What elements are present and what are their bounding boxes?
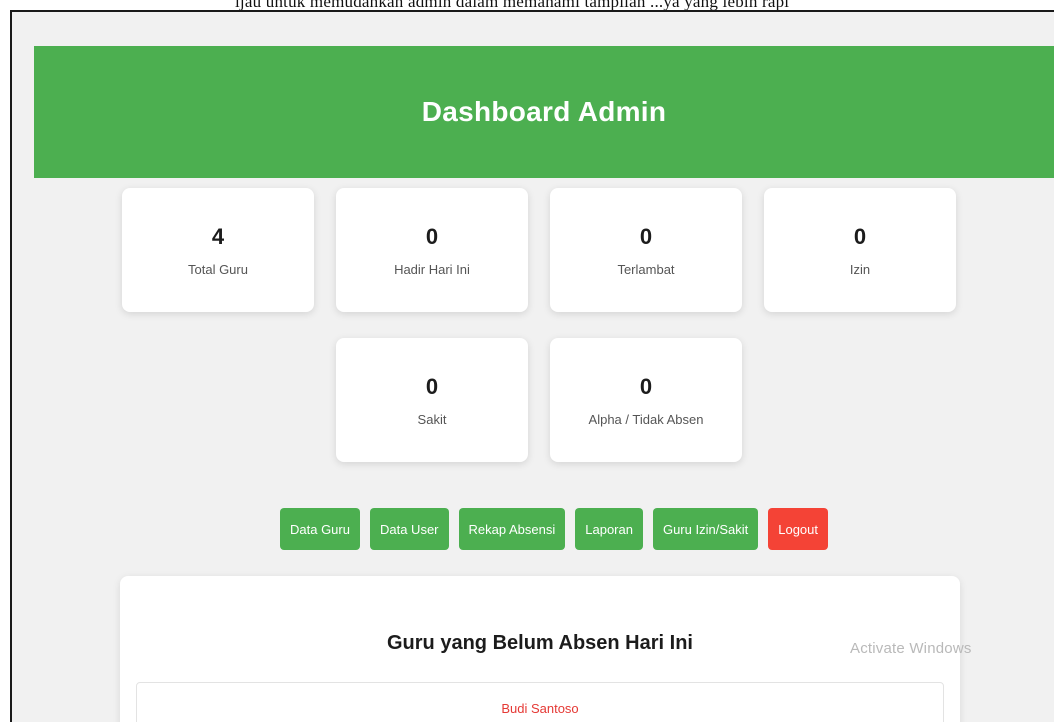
dashboard-header: Dashboard Admin — [34, 46, 1054, 178]
absent-teachers-panel: Guru yang Belum Absen Hari Ini Budi Sant… — [120, 576, 960, 722]
stat-card-terlambat: 0 Terlambat — [550, 188, 742, 312]
laporan-button[interactable]: Laporan — [575, 508, 643, 550]
data-user-button[interactable]: Data User — [369, 508, 449, 550]
stat-value: 0 — [853, 223, 867, 249]
stat-card-izin: 0 Izin — [764, 188, 956, 312]
page-title: Dashboard Admin — [421, 96, 667, 127]
guru-izin-sakit-button[interactable]: Guru Izin/Sakit — [652, 508, 759, 550]
caption-text: ijau untuk memudahkan admin dalam memaha… — [235, 0, 790, 11]
stat-label: Alpha / Tidak Absen — [588, 411, 704, 427]
stat-label: Sakit — [417, 411, 447, 427]
rekap-absensi-button[interactable]: Rekap Absensi — [458, 508, 566, 550]
data-guru-button[interactable]: Data Guru — [280, 508, 360, 550]
stat-card-total-guru: 4 Total Guru — [122, 188, 314, 312]
panel-title: Guru yang Belum Absen Hari Ini — [387, 632, 693, 654]
stat-label: Total Guru — [188, 261, 248, 277]
stat-value: 0 — [639, 373, 653, 399]
stat-value: 0 — [639, 223, 653, 249]
stat-label: Terlambat — [617, 261, 675, 277]
stat-value: 4 — [211, 223, 225, 249]
activate-windows-watermark: Activate Windows — [850, 640, 972, 657]
stat-card-hadir: 0 Hadir Hari Ini — [336, 188, 528, 312]
stat-card-sakit: 0 Sakit — [336, 338, 528, 462]
list-item: Budi Santoso — [136, 682, 944, 722]
stat-value: 0 — [425, 373, 439, 399]
stat-label: Izin — [849, 261, 871, 277]
stat-label: Hadir Hari Ini — [394, 261, 470, 277]
teacher-name: Budi Santoso — [501, 701, 579, 716]
logout-button[interactable]: Logout — [768, 508, 828, 550]
screenshot-frame: Dashboard Admin 4 Total Guru 0 Hadir Har… — [10, 10, 1054, 722]
stat-value: 0 — [425, 223, 439, 249]
nav-button-row: Data Guru Data User Rekap Absensi Lapora… — [12, 508, 1054, 550]
stat-card-alpha: 0 Alpha / Tidak Absen — [550, 338, 742, 462]
